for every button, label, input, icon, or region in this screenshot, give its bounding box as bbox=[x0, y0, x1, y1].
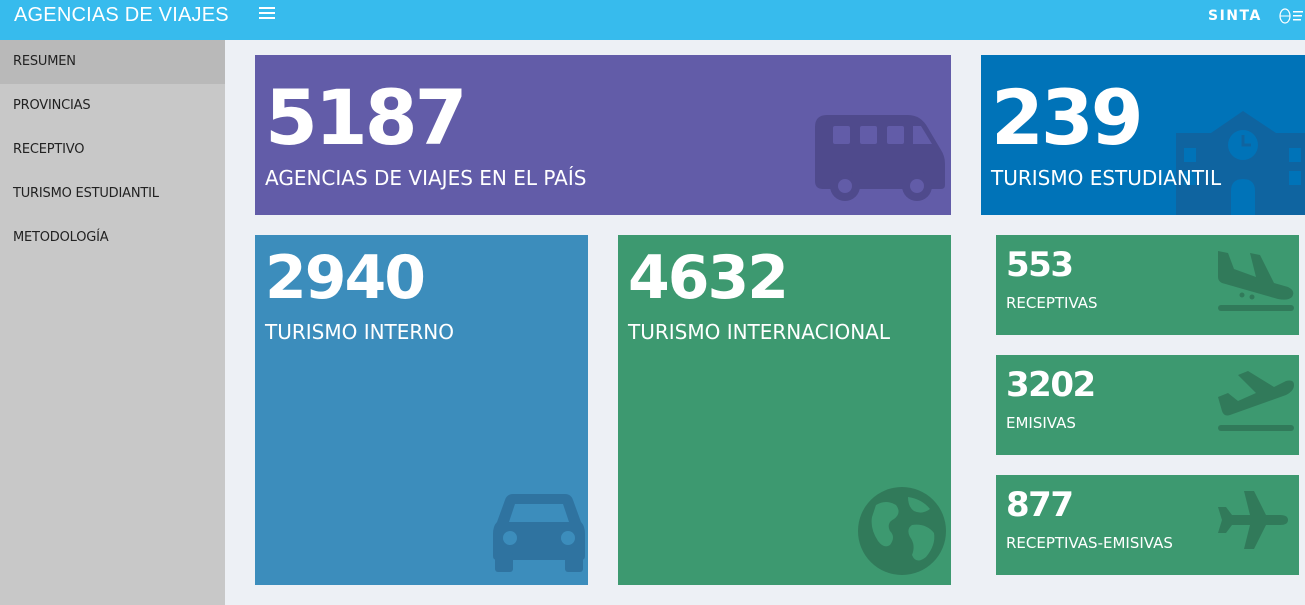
turismo-estudiantil-tile[interactable]: 239 TURISMO ESTUDIANTIL bbox=[981, 55, 1305, 215]
agencias-total-label: AGENCIAS DE VIAJES EN EL PAÍS bbox=[265, 166, 587, 190]
receptivas-emisivas-label: RECEPTIVAS-EMISIVAS bbox=[1006, 534, 1173, 552]
turismo-interno-tile[interactable]: 2940 TURISMO INTERNO bbox=[255, 235, 588, 585]
top-navbar: AGENCIAS DE VIAJES SINTA bbox=[0, 0, 1305, 40]
bus-icon bbox=[815, 115, 945, 201]
sidebar: RESUMEN PROVINCIAS RECEPTIVO TURISMO EST… bbox=[0, 40, 225, 605]
sidebar-item-resumen[interactable]: RESUMEN bbox=[0, 40, 225, 84]
car-icon bbox=[493, 494, 585, 572]
receptivas-label: RECEPTIVAS bbox=[1006, 294, 1098, 312]
receptivas-emisivas-value: 877 bbox=[1006, 485, 1074, 525]
receptivas-value: 553 bbox=[1006, 245, 1074, 285]
sidebar-item-provincias[interactable]: PROVINCIAS bbox=[0, 84, 225, 128]
argentina-seal-icon bbox=[1279, 8, 1303, 24]
turismo-internacional-value: 4632 bbox=[628, 243, 789, 313]
turismo-interno-value: 2940 bbox=[265, 243, 426, 313]
app-title[interactable]: AGENCIAS DE VIAJES bbox=[14, 4, 229, 27]
turismo-interno-label: TURISMO INTERNO bbox=[265, 320, 455, 344]
agencias-total-value: 5187 bbox=[265, 73, 468, 162]
hamburger-icon[interactable] bbox=[259, 7, 275, 21]
emisivas-value: 3202 bbox=[1006, 365, 1096, 405]
brand-logo[interactable]: SINTA bbox=[1208, 8, 1262, 24]
receptivas-tile[interactable]: 553 RECEPTIVAS bbox=[996, 235, 1299, 335]
turismo-internacional-label: TURISMO INTERNACIONAL bbox=[628, 320, 890, 344]
school-icon bbox=[1176, 111, 1305, 215]
plane-icon bbox=[1218, 491, 1288, 549]
turismo-estudiantil-label: TURISMO ESTUDIANTIL bbox=[991, 166, 1222, 190]
agencias-total-tile[interactable]: 5187 AGENCIAS DE VIAJES EN EL PAÍS bbox=[255, 55, 951, 215]
sidebar-item-turismo-estudiantil[interactable]: TURISMO ESTUDIANTIL bbox=[0, 172, 225, 216]
plane-arrival-icon bbox=[1218, 251, 1294, 311]
emisivas-tile[interactable]: 3202 EMISIVAS bbox=[996, 355, 1299, 455]
plane-departure-icon bbox=[1218, 371, 1294, 431]
sidebar-item-metodologia[interactable]: METODOLOGÍA bbox=[0, 216, 225, 260]
emisivas-label: EMISIVAS bbox=[1006, 414, 1076, 432]
sidebar-item-receptivo[interactable]: RECEPTIVO bbox=[0, 128, 225, 172]
receptivas-emisivas-tile[interactable]: 877 RECEPTIVAS-EMISIVAS bbox=[996, 475, 1299, 575]
turismo-internacional-tile[interactable]: 4632 TURISMO INTERNACIONAL bbox=[618, 235, 951, 585]
globe-icon bbox=[858, 487, 946, 575]
turismo-estudiantil-value: 239 bbox=[991, 73, 1144, 162]
